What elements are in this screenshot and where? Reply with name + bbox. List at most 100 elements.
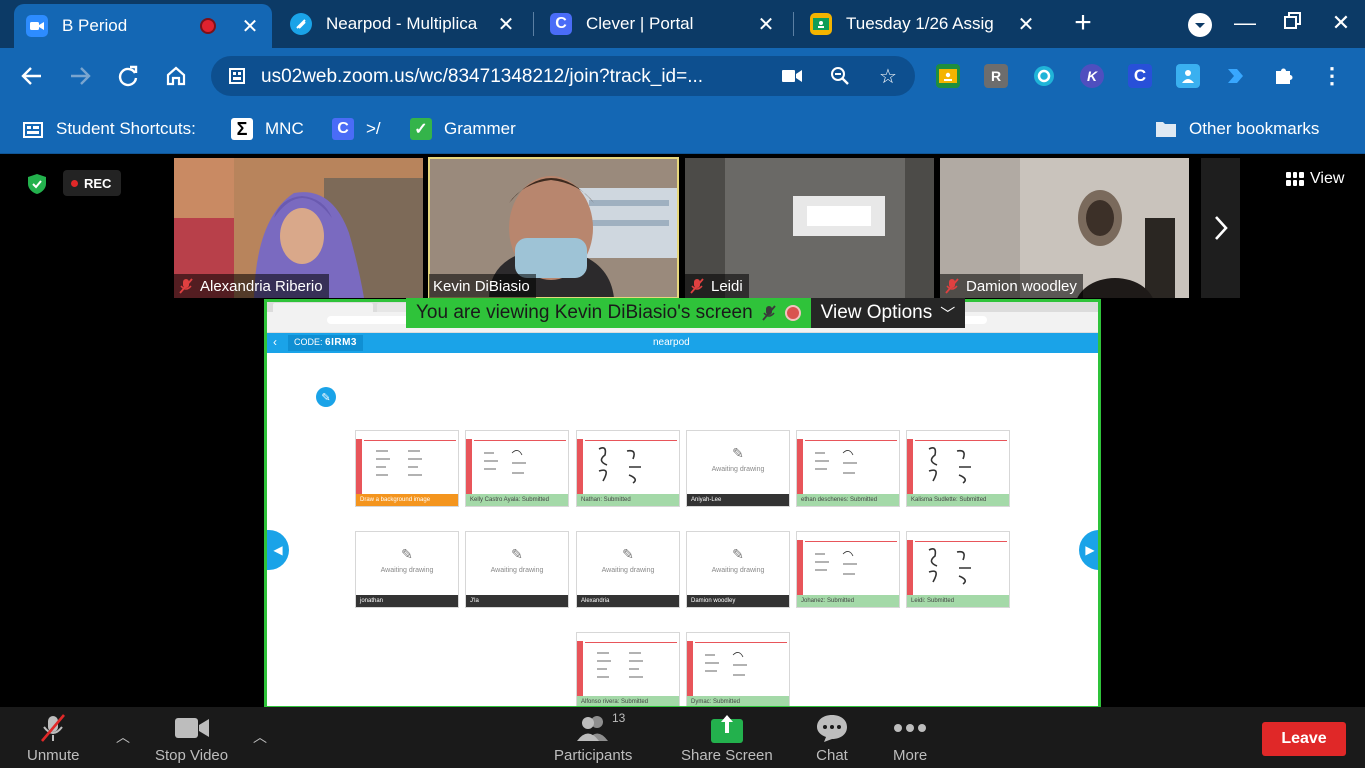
worksheet-thumbnail <box>597 652 643 678</box>
bookmark-label: Student Shortcuts: <box>56 119 196 138</box>
awaiting-drawing: ✎ Awaiting drawing <box>687 445 789 473</box>
awaiting-text: Awaiting drawing <box>711 466 765 473</box>
awaiting-text: Awaiting drawing <box>380 567 434 574</box>
other-bookmarks-folder[interactable]: Other bookmarks <box>1155 116 1319 142</box>
pencil-icon: ✎ <box>511 546 523 562</box>
classroom-extension-icon[interactable] <box>936 64 960 88</box>
view-options-dropdown[interactable]: View Options ﹀ <box>810 298 966 328</box>
tab-close-icon[interactable]: ✕ <box>240 14 260 39</box>
video-tile-alexandria[interactable]: Alexandria Riberio <box>174 158 423 298</box>
submission-card[interactable]: Johanez: Submitted <box>796 531 900 608</box>
bookmark-mnc[interactable]: Σ MNC <box>231 116 304 142</box>
submission-card[interactable]: ✎ Awaiting drawing J'la <box>465 531 569 608</box>
apps-grid-icon <box>22 118 44 140</box>
camera-icon[interactable] <box>780 64 804 88</box>
tab-search-icon[interactable] <box>1186 12 1214 44</box>
sigma-icon: Σ <box>231 118 253 140</box>
encryption-shield-icon[interactable] <box>26 173 48 195</box>
r-extension-icon[interactable]: R <box>984 64 1008 88</box>
chevron-down-icon: ﹀ <box>940 305 956 323</box>
extensions-puzzle-icon[interactable] <box>1272 64 1296 88</box>
tab-b-period[interactable]: B Period ✕ <box>14 4 272 48</box>
browser-menu-icon[interactable]: ⋮ <box>1320 63 1344 88</box>
reload-icon[interactable] <box>112 60 144 92</box>
next-page-chevron-icon[interactable] <box>1201 158 1240 298</box>
stop-video-button[interactable]: Stop Video <box>155 713 228 764</box>
nearpod-logo: nearpod <box>653 337 690 348</box>
address-bar[interactable]: us02web.zoom.us/wc/83471348212/join?trac… <box>211 56 915 96</box>
worksheet-thumbnail <box>376 450 422 476</box>
next-slide-arrow-icon[interactable]: ▶ <box>1079 530 1098 570</box>
submission-card[interactable]: Draw a background image <box>355 430 459 507</box>
recording-badge[interactable]: REC <box>63 170 121 196</box>
person-extension-icon[interactable] <box>1176 64 1200 88</box>
tab-clever[interactable]: C Clever | Portal ✕ <box>538 6 788 42</box>
view-layout-button[interactable]: View <box>1286 170 1344 188</box>
forward-arrow-icon[interactable] <box>64 60 96 92</box>
shared-screen[interactable]: ‹ CODE: 6IRM3 nearpod ✎ ◀ ▶ Draw a backg… <box>264 299 1101 709</box>
submission-label: Kalisma Sudlette: Submitted <box>907 494 1009 506</box>
k-extension-icon[interactable]: K <box>1080 64 1104 88</box>
tab-assignment[interactable]: Tuesday 1/26 Assig ✕ <box>798 6 1048 42</box>
awaiting-text: Awaiting drawing <box>601 567 655 574</box>
submission-card[interactable]: Nathan: Submitted <box>576 430 680 507</box>
audio-options-caret-icon[interactable]: ︿ <box>116 727 130 747</box>
submission-card[interactable]: ✎ Awaiting drawing Alexandria <box>576 531 680 608</box>
submission-card[interactable]: Kelly Castro Ayala: Submitted <box>465 430 569 507</box>
tab-close-icon[interactable]: ✕ <box>756 12 776 37</box>
submission-card[interactable]: ✎ Awaiting drawing Aniyah-Lee <box>686 430 790 507</box>
bookmark-star-icon[interactable]: ☆ <box>876 64 900 88</box>
submission-card[interactable]: Dymac: Submitted <box>686 632 790 706</box>
home-icon[interactable] <box>160 60 192 92</box>
zoom-page-icon[interactable] <box>828 64 852 88</box>
bookmarks-bar: Student Shortcuts: Σ MNC C >/ ✓ Grammer … <box>0 104 1365 154</box>
share-screen-icon <box>710 713 744 743</box>
new-tab-button[interactable]: + <box>1070 8 1096 38</box>
awaiting-text: Awaiting drawing <box>490 567 544 574</box>
submission-card[interactable]: ✎ Awaiting drawing jonathan <box>355 531 459 608</box>
unmute-button[interactable]: Unmute <box>27 713 80 764</box>
video-tile-kevin[interactable]: Kevin DiBiasio <box>428 157 679 299</box>
awaiting-drawing: ✎ Awaiting drawing <box>687 546 789 574</box>
share-screen-button[interactable]: Share Screen <box>681 713 773 764</box>
pen-icon[interactable]: ✎ <box>316 387 336 407</box>
session-code[interactable]: CODE: 6IRM3 <box>288 335 363 351</box>
close-window-icon[interactable]: ✕ <box>1327 10 1355 36</box>
bookmark-clever[interactable]: C >/ <box>332 116 381 142</box>
tab-title: B Period <box>62 16 128 35</box>
back-arrow-icon[interactable] <box>16 60 48 92</box>
submission-label: Alexandria <box>577 595 679 607</box>
chat-button[interactable]: Chat <box>815 713 849 764</box>
worksheet-header-line <box>585 440 677 441</box>
awaiting-drawing: ✎ Awaiting drawing <box>577 546 679 574</box>
tab-close-icon[interactable]: ✕ <box>496 12 516 37</box>
site-info-icon[interactable] <box>225 64 249 88</box>
back-chevron-icon[interactable]: ‹ <box>273 335 277 349</box>
submission-card[interactable]: ✎ Awaiting drawing Damion woodley <box>686 531 790 608</box>
submission-label: ethan deschenes: Submitted <box>797 494 899 506</box>
submission-card[interactable]: ethan deschenes: Submitted <box>796 430 900 507</box>
video-options-caret-icon[interactable]: ︿ <box>253 727 267 747</box>
bookmark-grammer[interactable]: ✓ Grammer <box>410 116 516 142</box>
submission-card[interactable]: Leidi: Submitted <box>906 531 1010 608</box>
student-shortcuts-folder[interactable]: Student Shortcuts: <box>22 116 196 142</box>
video-tile-damion[interactable]: Damion woodley <box>940 158 1189 298</box>
recording-dot-icon <box>71 179 78 187</box>
leave-button[interactable]: Leave <box>1262 722 1346 756</box>
clever-extension-icon[interactable]: C <box>1128 64 1152 88</box>
submission-card[interactable]: Kalisma Sudlette: Submitted <box>906 430 1010 507</box>
bird-extension-icon[interactable] <box>1224 64 1248 88</box>
restore-icon[interactable] <box>1279 10 1307 36</box>
hex-extension-icon[interactable] <box>1032 64 1056 88</box>
submission-card[interactable]: Alfonso rivera: Submitted <box>576 632 680 706</box>
tab-nearpod[interactable]: Nearpod - Multiplica ✕ <box>278 6 528 42</box>
prev-slide-arrow-icon[interactable]: ◀ <box>267 530 289 570</box>
worksheet-header-line <box>474 440 566 441</box>
submission-label: Kelly Castro Ayala: Submitted <box>466 494 568 506</box>
tab-close-icon[interactable]: ✕ <box>1016 12 1036 37</box>
more-button[interactable]: More <box>893 713 927 764</box>
video-tile-leidi[interactable]: Leidi <box>685 158 934 298</box>
minimize-icon[interactable]: — <box>1231 10 1259 36</box>
muted-mic-icon <box>179 278 193 294</box>
tab-title: Nearpod - Multiplica <box>326 14 478 33</box>
